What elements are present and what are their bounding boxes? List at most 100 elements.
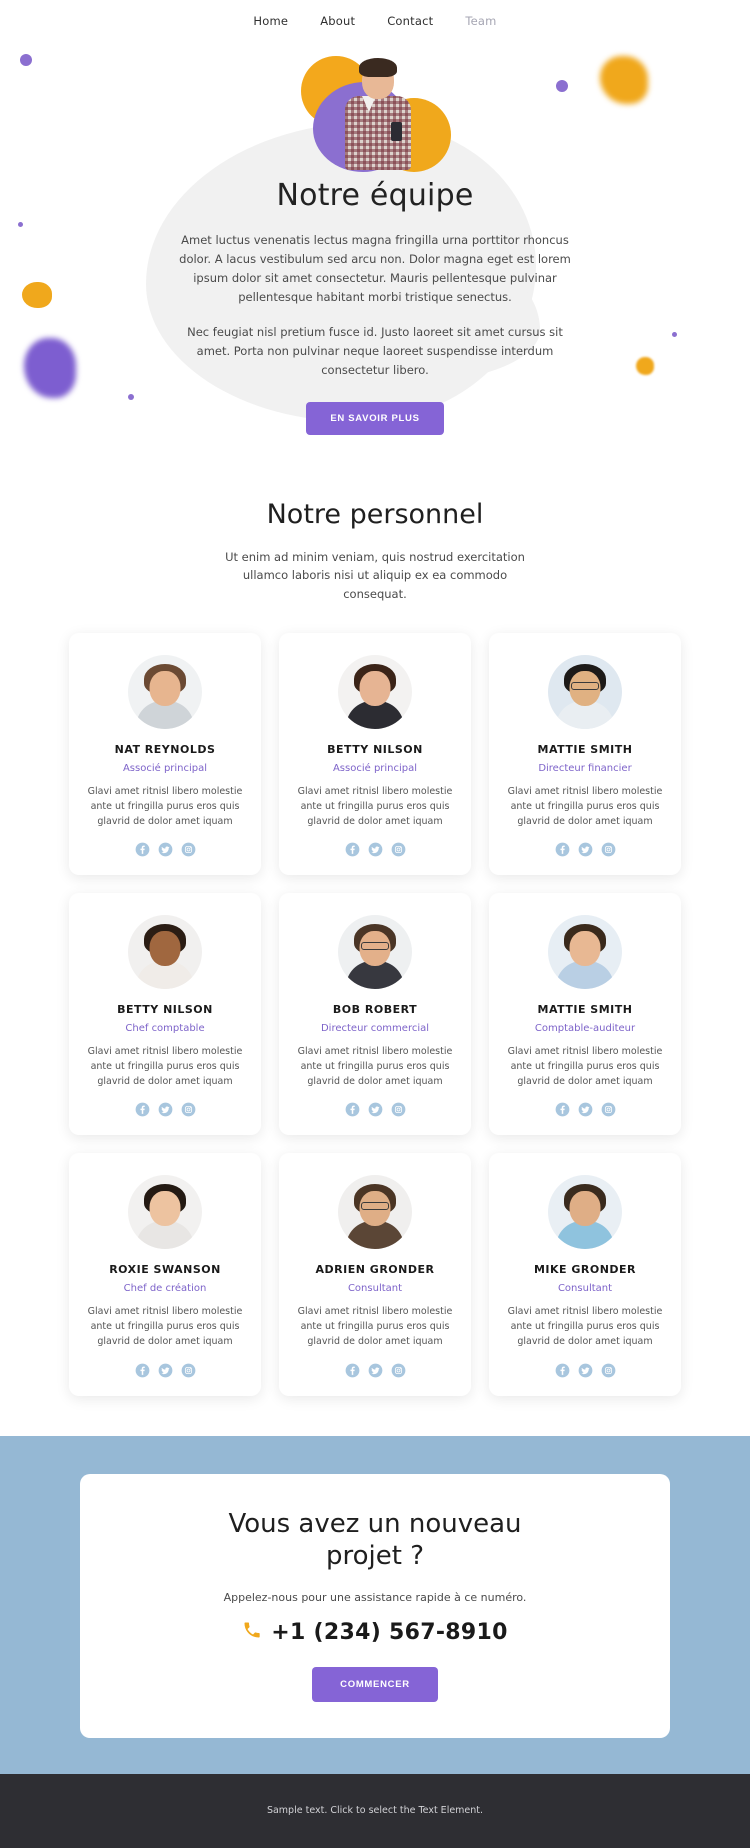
member-role: Consultant xyxy=(347,1283,403,1295)
nav-item-about[interactable]: About xyxy=(320,14,355,28)
member-description: Glavi amet ritnisl libero molestie ante … xyxy=(297,1046,453,1087)
twitter-icon[interactable] xyxy=(368,842,383,857)
member-social-links xyxy=(83,1102,247,1117)
member-name: BETTY NILSON xyxy=(327,743,423,757)
instagram-icon[interactable] xyxy=(601,1102,616,1117)
member-photo xyxy=(338,655,412,730)
member-description: Glavi amet ritnisl libero molestie ante … xyxy=(507,786,663,827)
member-photo xyxy=(548,915,622,990)
staff-subtitle: Ut enim ad minim veniam, quis nostrud ex… xyxy=(225,550,525,601)
member-role: Associé principal xyxy=(122,763,208,775)
member-name: MATTIE SMITH xyxy=(537,743,633,757)
member-social-links xyxy=(293,1363,457,1378)
instagram-icon[interactable] xyxy=(391,1363,406,1378)
twitter-icon[interactable] xyxy=(158,842,173,857)
instagram-icon[interactable] xyxy=(181,1102,196,1117)
member-description: Glavi amet ritnisl libero molestie ante … xyxy=(507,1046,663,1087)
cta-card: Vous avez un nouveau projet ? Appelez-no… xyxy=(80,1473,670,1738)
hero-paragraph-1: Amet luctus venenatis lectus magna fring… xyxy=(179,233,571,304)
member-photo xyxy=(128,915,202,990)
twitter-icon[interactable] xyxy=(158,1102,173,1117)
get-started-button[interactable]: COMMENCER xyxy=(312,1666,438,1702)
main-navigation: Home About Contact Team xyxy=(0,0,750,42)
member-photo xyxy=(128,655,202,730)
member-name: MIKE GRONDER xyxy=(533,1263,637,1277)
member-social-links xyxy=(293,842,457,857)
page-title: Notre équipe xyxy=(276,178,474,213)
member-social-links xyxy=(83,842,247,857)
hero-section: Notre équipe Amet luctus venenatis lectu… xyxy=(0,42,750,447)
facebook-icon[interactable] xyxy=(555,1363,570,1378)
staff-section: Notre personnel Ut enim ad minim veniam,… xyxy=(0,447,750,1436)
twitter-icon[interactable] xyxy=(158,1363,173,1378)
hero-avatar xyxy=(285,52,465,172)
cta-phone-row: +1 (234) 567-8910 xyxy=(110,1620,640,1645)
member-name: MATTIE SMITH xyxy=(537,1003,633,1017)
facebook-icon[interactable] xyxy=(135,1363,150,1378)
team-grid: NAT REYNOLDS Associé principal Glavi ame… xyxy=(0,633,750,1396)
team-member-card[interactable]: MATTIE SMITH Directeur financier Glavi a… xyxy=(489,633,681,876)
member-description: Glavi amet ritnisl libero molestie ante … xyxy=(87,786,243,827)
team-member-card[interactable]: BOB ROBERT Directeur commercial Glavi am… xyxy=(279,893,471,1136)
member-social-links xyxy=(503,842,667,857)
member-role: Chef comptable xyxy=(125,1023,205,1035)
nav-item-home[interactable]: Home xyxy=(253,14,288,28)
member-name: NAT REYNOLDS xyxy=(114,743,216,757)
facebook-icon[interactable] xyxy=(135,1102,150,1117)
team-member-card[interactable]: BETTY NILSON Chef comptable Glavi amet r… xyxy=(69,893,261,1136)
staff-title: Notre personnel xyxy=(266,499,484,530)
page-footer: Sample text. Click to select the Text El… xyxy=(0,1773,750,1848)
facebook-icon[interactable] xyxy=(345,842,360,857)
instagram-icon[interactable] xyxy=(391,842,406,857)
facebook-icon[interactable] xyxy=(135,842,150,857)
member-name: BOB ROBERT xyxy=(332,1003,418,1017)
member-photo xyxy=(128,1175,202,1250)
member-description: Glavi amet ritnisl libero molestie ante … xyxy=(507,1306,663,1347)
member-photo xyxy=(548,1175,622,1250)
nav-item-contact[interactable]: Contact xyxy=(387,14,433,28)
member-role: Directeur financier xyxy=(538,763,632,775)
member-role: Consultant xyxy=(557,1283,613,1295)
member-role: Chef de création xyxy=(123,1283,207,1295)
member-description: Glavi amet ritnisl libero molestie ante … xyxy=(297,1306,453,1347)
learn-more-button[interactable]: EN SAVOIR PLUS xyxy=(306,401,444,435)
member-social-links xyxy=(293,1102,457,1117)
instagram-icon[interactable] xyxy=(181,1363,196,1378)
team-member-card[interactable]: MATTIE SMITH Comptable-auditeur Glavi am… xyxy=(489,893,681,1136)
instagram-icon[interactable] xyxy=(601,1363,616,1378)
team-member-card[interactable]: MIKE GRONDER Consultant Glavi amet ritni… xyxy=(489,1153,681,1396)
cta-title: Vous avez un nouveau projet ? xyxy=(228,1508,522,1572)
cta-section: Vous avez un nouveau projet ? Appelez-no… xyxy=(0,1435,750,1774)
member-description: Glavi amet ritnisl libero molestie ante … xyxy=(297,786,453,827)
member-description: Glavi amet ritnisl libero molestie ante … xyxy=(87,1306,243,1347)
cta-phone-number[interactable]: +1 (234) 567-8910 xyxy=(271,1620,507,1645)
instagram-icon[interactable] xyxy=(601,842,616,857)
twitter-icon[interactable] xyxy=(578,842,593,857)
footer-text: Sample text. Click to select the Text El… xyxy=(266,1805,484,1817)
twitter-icon[interactable] xyxy=(368,1363,383,1378)
facebook-icon[interactable] xyxy=(555,1102,570,1117)
facebook-icon[interactable] xyxy=(555,842,570,857)
team-member-card[interactable]: NAT REYNOLDS Associé principal Glavi ame… xyxy=(69,633,261,876)
phone-icon xyxy=(242,1620,262,1644)
member-social-links xyxy=(503,1363,667,1378)
member-social-links xyxy=(83,1363,247,1378)
twitter-icon[interactable] xyxy=(368,1102,383,1117)
twitter-icon[interactable] xyxy=(578,1363,593,1378)
team-member-card[interactable]: ADRIEN GRONDER Consultant Glavi amet rit… xyxy=(279,1153,471,1396)
cta-note: Appelez-nous pour une assistance rapide … xyxy=(223,1590,527,1604)
team-member-card[interactable]: ROXIE SWANSON Chef de création Glavi ame… xyxy=(69,1153,261,1396)
twitter-icon[interactable] xyxy=(578,1102,593,1117)
instagram-icon[interactable] xyxy=(391,1102,406,1117)
member-role: Directeur commercial xyxy=(320,1023,430,1035)
member-photo xyxy=(548,655,622,730)
instagram-icon[interactable] xyxy=(181,842,196,857)
facebook-icon[interactable] xyxy=(345,1363,360,1378)
facebook-icon[interactable] xyxy=(345,1102,360,1117)
member-description: Glavi amet ritnisl libero molestie ante … xyxy=(87,1046,243,1087)
nav-item-team[interactable]: Team xyxy=(465,14,496,28)
member-photo xyxy=(338,1175,412,1250)
member-role: Associé principal xyxy=(332,763,418,775)
team-member-card[interactable]: BETTY NILSON Associé principal Glavi ame… xyxy=(279,633,471,876)
avatar-person-image xyxy=(335,58,421,170)
